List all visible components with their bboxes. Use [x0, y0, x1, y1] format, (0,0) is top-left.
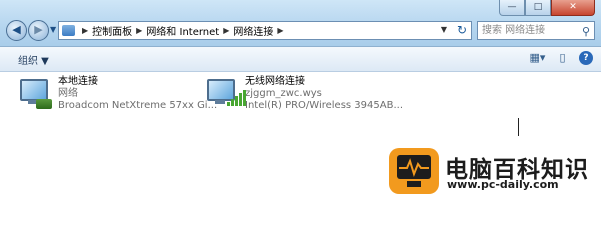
- connection-status: 网络: [58, 88, 78, 99]
- minimize-button[interactable]: —: [499, 0, 525, 16]
- toolbar-right-group: ▦▾ ▯ ?: [529, 50, 593, 66]
- watermark-logo: [389, 148, 439, 194]
- refresh-icon[interactable]: ↻: [457, 23, 467, 37]
- connection-local[interactable]: 本地连接 网络 Broadcom NetXtreme 57xx Gi...: [18, 76, 217, 112]
- address-bar[interactable]: ▶ 控制面板 ▶ 网络和 Internet ▶ 网络连接 ▶ ▼ ↻: [58, 21, 472, 40]
- recent-pages-dropdown-icon[interactable]: ▼: [50, 25, 56, 34]
- address-dropdown-icon[interactable]: ▼: [441, 25, 447, 34]
- change-view-icon[interactable]: ▦▾: [529, 50, 546, 66]
- breadcrumb-separator[interactable]: ▶: [82, 26, 88, 35]
- breadcrumb-separator[interactable]: ▶: [223, 26, 229, 35]
- back-button[interactable]: ◀: [6, 20, 27, 41]
- connection-status: zjggm_zwc.wys: [245, 88, 322, 99]
- watermark: 电脑百科知识 www.pc-daily.com: [389, 148, 601, 200]
- search-icon[interactable]: ⚲: [582, 23, 590, 40]
- explorer-window: — □ ✕ ◀ ▶ ▼ ▶ 控制面板 ▶ 网络和 Internet ▶ 网络连接…: [0, 0, 601, 200]
- search-placeholder: 搜索 网络连接: [482, 25, 546, 36]
- help-icon[interactable]: ?: [579, 51, 593, 65]
- breadcrumb-separator[interactable]: ▶: [136, 26, 142, 35]
- breadcrumb-network-connections[interactable]: 网络连接: [233, 23, 273, 38]
- connection-device: Intel(R) PRO/Wireless 3945AB...: [245, 100, 403, 111]
- breadcrumb-separator[interactable]: ▶: [277, 26, 283, 35]
- organize-button[interactable]: 组织 ▼: [18, 52, 49, 67]
- text-cursor: [518, 118, 519, 136]
- title-address-bar: — □ ✕ ◀ ▶ ▼ ▶ 控制面板 ▶ 网络和 Internet ▶ 网络连接…: [0, 0, 601, 47]
- preview-pane-icon[interactable]: ▯: [554, 50, 571, 66]
- breadcrumb-network-internet[interactable]: 网络和 Internet: [146, 23, 219, 38]
- forward-button[interactable]: ▶: [28, 20, 49, 41]
- command-bar: 组织 ▼ ▦▾ ▯ ?: [0, 47, 601, 72]
- maximize-button[interactable]: □: [525, 0, 551, 16]
- breadcrumb-control-panel[interactable]: 控制面板: [92, 23, 132, 38]
- close-button[interactable]: ✕: [551, 0, 595, 16]
- wired-network-icon: [18, 76, 54, 112]
- connection-wireless[interactable]: 无线网络连接 zjggm_zwc.wys Intel(R) PRO/Wirele…: [205, 76, 403, 112]
- signal-strength-icon: [227, 90, 246, 106]
- connection-name: 无线网络连接: [245, 76, 305, 87]
- control-panel-icon: [62, 25, 75, 36]
- connection-name: 本地连接: [58, 76, 98, 87]
- search-input[interactable]: 搜索 网络连接 ⚲: [477, 21, 595, 40]
- pulse-icon: [399, 158, 429, 178]
- watermark-url: www.pc-daily.com: [447, 178, 559, 191]
- connection-device: Broadcom NetXtreme 57xx Gi...: [58, 100, 218, 111]
- wireless-network-icon: [205, 76, 246, 112]
- window-controls: — □ ✕: [499, 0, 595, 17]
